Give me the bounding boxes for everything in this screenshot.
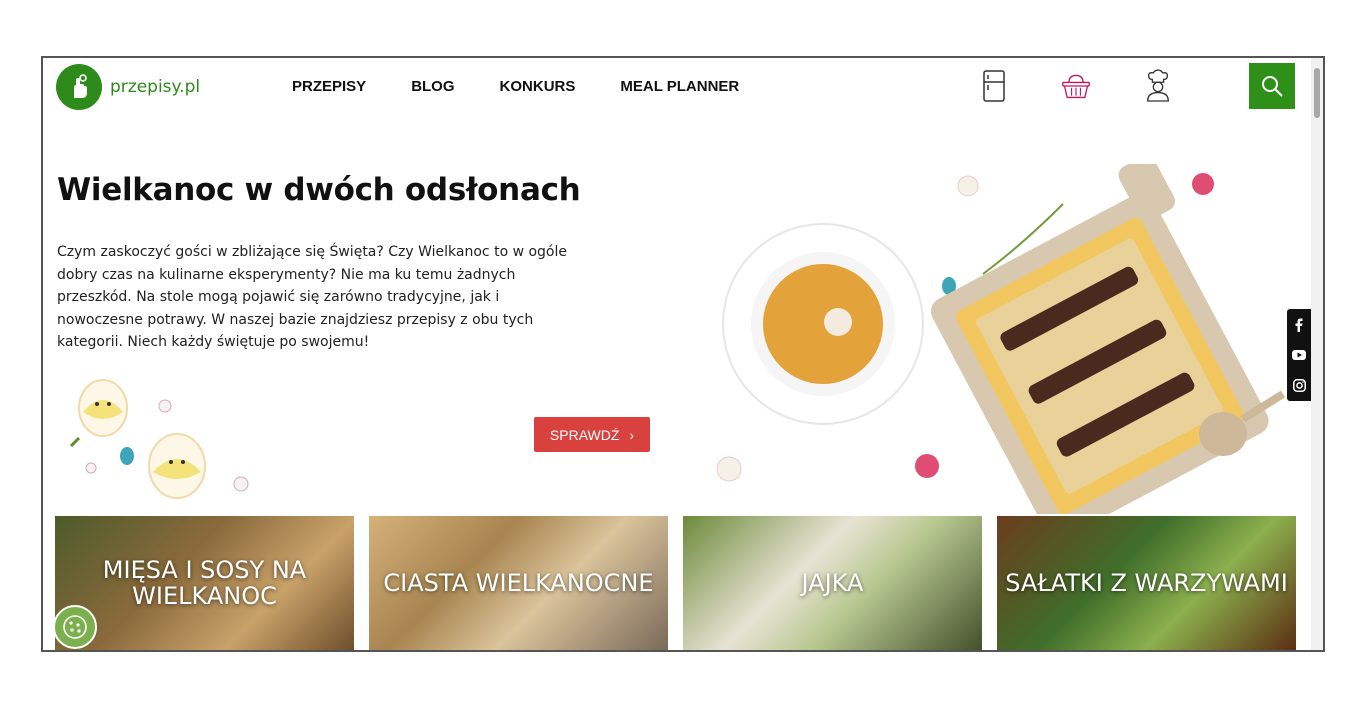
category-tile-easter-cakes[interactable]: CIASTA WIELKANOCNE	[369, 516, 668, 650]
nav-item-blog[interactable]: BLOG	[411, 78, 454, 95]
category-label: SAŁATKI Z WARZYWAMI	[1005, 569, 1288, 597]
youtube-icon[interactable]	[1292, 350, 1306, 361]
site-logo[interactable]: przepisy.pl	[56, 64, 200, 110]
category-label: MIĘSA I SOSY NA WIELKANOC	[102, 556, 307, 610]
shopping-basket-icon[interactable]	[1061, 69, 1091, 103]
main-nav: PRZEPISY BLOG KONKURS MEAL PLANNER	[292, 78, 784, 95]
fridge-icon[interactable]	[979, 69, 1009, 103]
scrollbar-thumb[interactable]	[1314, 68, 1320, 118]
logo-text: przepisy.pl	[110, 77, 201, 97]
search-button[interactable]	[1249, 63, 1295, 109]
chevron-right-icon: ›	[629, 426, 635, 443]
hero-food-image	[716, 164, 1286, 514]
category-tile-meat-sauces[interactable]: MIĘSA I SOSY NA WIELKANOC	[55, 516, 354, 650]
social-sidebar	[1287, 309, 1311, 401]
header-icons	[979, 69, 1225, 103]
category-tile-vegetable-salads[interactable]: SAŁATKI Z WARZYWAMI	[997, 516, 1296, 650]
category-tile-eggs[interactable]: JAJKA	[683, 516, 982, 650]
easter-eggs-decoration	[69, 379, 249, 499]
hero-title: Wielkanoc w dwóch odsłonach	[57, 172, 581, 208]
nav-item-konkurs[interactable]: KONKURS	[500, 78, 576, 95]
vertical-scrollbar[interactable]	[1311, 58, 1323, 650]
instagram-icon[interactable]	[1292, 378, 1306, 392]
logo-hand-icon	[56, 64, 102, 110]
check-button-label: SPRAWDŹ	[549, 426, 620, 443]
category-tiles: MIĘSA I SOSY NA WIELKANOC CIASTA WIELKAN…	[55, 516, 1296, 650]
check-button[interactable]: SPRAWDŹ ›	[534, 417, 650, 452]
nav-item-meal-planner[interactable]: MEAL PLANNER	[620, 78, 739, 95]
category-label: CIASTA WIELKANOCNE	[383, 569, 654, 597]
browser-viewport: przepisy.pl PRZEPISY BLOG KONKURS MEAL P…	[41, 56, 1325, 652]
cookie-icon	[63, 615, 87, 639]
hero-description: Czym zaskoczyć gości w zbliżające się Św…	[57, 244, 568, 350]
chef-icon[interactable]	[1143, 69, 1173, 103]
nav-item-przepisy[interactable]: PRZEPISY	[292, 78, 366, 95]
facebook-icon[interactable]	[1294, 318, 1304, 333]
cookie-settings-button[interactable]	[53, 605, 97, 649]
category-label: JAJKA	[801, 569, 864, 597]
search-icon	[1262, 76, 1283, 97]
